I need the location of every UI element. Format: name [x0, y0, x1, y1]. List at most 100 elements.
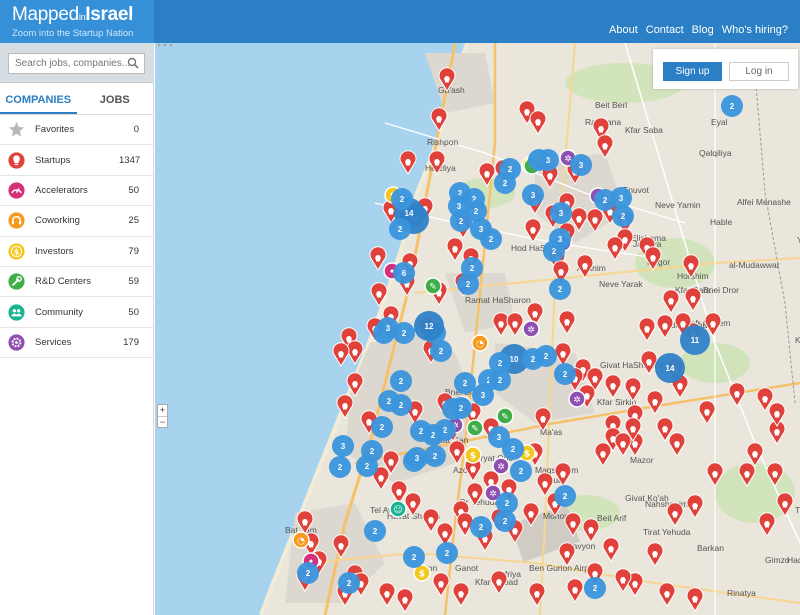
category-favorites[interactable]: Favorites 0 — [0, 115, 153, 146]
cluster-bubble[interactable]: 2 — [389, 218, 411, 240]
startup-pin[interactable] — [640, 350, 658, 375]
startup-pin[interactable] — [378, 582, 396, 607]
startup-pin[interactable] — [686, 494, 704, 519]
category-pin[interactable]: ✎ — [424, 277, 442, 295]
cluster-bubble[interactable]: 2 — [554, 485, 576, 507]
startup-pin[interactable] — [758, 512, 776, 537]
category-pin[interactable]: ✎ — [496, 407, 514, 425]
category-pin[interactable]: ✎ — [466, 419, 484, 437]
startup-pin[interactable] — [528, 582, 546, 607]
cluster-bubble[interactable]: 2 — [410, 420, 432, 442]
startup-pin[interactable] — [586, 208, 604, 233]
cluster-bubble[interactable]: 2 — [430, 340, 452, 362]
startup-pin[interactable] — [682, 254, 700, 279]
cluster-bubble[interactable]: 2 — [454, 372, 476, 394]
startup-pin[interactable] — [452, 582, 470, 607]
cluster-bubble[interactable]: 2 — [329, 456, 351, 478]
cluster-bubble[interactable]: 2 — [371, 416, 393, 438]
startup-pin[interactable] — [346, 372, 364, 397]
cluster-bubble[interactable]: 2 — [338, 572, 360, 594]
startup-pin[interactable] — [662, 289, 680, 314]
startup-pin[interactable] — [422, 508, 440, 533]
startup-pin[interactable] — [332, 342, 350, 367]
startup-pin[interactable] — [369, 246, 387, 271]
tab-jobs[interactable]: JOBS — [77, 83, 154, 114]
cluster-bubble[interactable]: 2 — [489, 369, 511, 391]
startup-pin[interactable] — [370, 282, 388, 307]
startup-pin[interactable] — [428, 150, 446, 175]
startup-pin[interactable] — [478, 162, 496, 187]
startup-pin[interactable] — [656, 314, 674, 339]
cluster-bubble[interactable]: 12 — [414, 311, 444, 341]
cluster-bubble[interactable]: 2 — [502, 438, 524, 460]
startup-pin[interactable] — [558, 310, 576, 335]
startup-pin[interactable] — [332, 534, 350, 559]
cluster-bubble[interactable]: 2 — [450, 397, 472, 419]
startup-pin[interactable] — [582, 518, 600, 543]
cluster-bubble[interactable]: 6 — [393, 262, 415, 284]
startup-pin[interactable] — [646, 542, 664, 567]
cluster-bubble[interactable]: 2 — [470, 516, 492, 538]
startup-pin[interactable] — [746, 442, 764, 467]
cluster-bubble[interactable]: 2 — [612, 205, 634, 227]
startup-pin[interactable] — [644, 246, 662, 271]
brand-logo[interactable]: MappedinIsrael Zoom into the Startup Nat… — [0, 0, 154, 43]
category-rnd-centers[interactable]: R&D Centers 59 — [0, 267, 153, 298]
cluster-bubble[interactable]: 3 — [549, 228, 571, 250]
category-coworking[interactable]: Coworking 25 — [0, 206, 153, 237]
category-pin[interactable]: ◔ — [471, 334, 489, 352]
category-pin[interactable]: ◔ — [292, 531, 310, 549]
startup-pin[interactable] — [430, 107, 448, 132]
startup-pin[interactable] — [522, 502, 540, 527]
cluster-bubble[interactable]: 3 — [406, 447, 428, 469]
category-investors[interactable]: $ Investors 79 — [0, 237, 153, 267]
startup-pin[interactable] — [738, 462, 756, 487]
startup-pin[interactable] — [706, 462, 724, 487]
zoom-out-button[interactable]: − — [158, 416, 167, 427]
cluster-bubble[interactable]: 3 — [377, 317, 399, 339]
category-pin[interactable]: ☺ — [389, 500, 407, 518]
startup-pin[interactable] — [529, 110, 547, 135]
startup-pin[interactable] — [346, 340, 364, 365]
startup-pin[interactable] — [776, 492, 794, 517]
cluster-bubble[interactable]: 2 — [721, 95, 743, 117]
startup-pin[interactable] — [492, 312, 510, 337]
nav-contact-link[interactable]: Contact — [646, 24, 684, 36]
startup-pin[interactable] — [638, 317, 656, 342]
startup-pin[interactable] — [614, 568, 632, 593]
startup-pin[interactable] — [466, 482, 484, 507]
cluster-bubble[interactable]: 3 — [470, 218, 492, 240]
category-pin[interactable]: $ — [464, 446, 482, 464]
category-pin[interactable]: ✲ — [492, 457, 510, 475]
startup-pin[interactable] — [624, 377, 642, 402]
startup-pin[interactable] — [336, 394, 354, 419]
cluster-bubble[interactable]: 2 — [361, 440, 383, 462]
startup-pin[interactable] — [698, 400, 716, 425]
startup-pin[interactable] — [524, 218, 542, 243]
cluster-bubble[interactable]: 2 — [390, 370, 412, 392]
startup-pin[interactable] — [554, 342, 572, 367]
search-input[interactable] — [9, 54, 129, 73]
category-startups[interactable]: Startups 1347 — [0, 145, 153, 176]
startup-pin[interactable] — [594, 442, 612, 467]
cluster-bubble[interactable]: 3 — [522, 184, 544, 206]
startup-pin[interactable] — [432, 572, 450, 597]
cluster-bubble[interactable]: 3 — [332, 435, 354, 457]
cluster-bubble[interactable]: 2 — [494, 510, 516, 532]
category-pin[interactable]: ✲ — [568, 390, 586, 408]
cluster-bubble[interactable]: 3 — [537, 149, 559, 171]
startup-pin[interactable] — [404, 492, 422, 517]
startup-pin[interactable] — [728, 382, 746, 407]
startup-pin[interactable] — [604, 374, 622, 399]
cluster-bubble[interactable]: 2 — [535, 345, 557, 367]
startup-pin[interactable] — [506, 312, 524, 337]
startup-pin[interactable] — [684, 287, 702, 312]
category-pin[interactable]: ✲ — [522, 320, 540, 338]
cluster-bubble[interactable]: 2 — [554, 363, 576, 385]
startup-pin[interactable] — [396, 588, 414, 613]
cluster-bubble[interactable]: 3 — [570, 154, 592, 176]
startup-pin[interactable] — [658, 582, 676, 607]
startup-pin[interactable] — [490, 570, 508, 595]
nav-hiring-link[interactable]: Who's hiring? — [722, 24, 788, 36]
startup-pin[interactable] — [446, 237, 464, 262]
